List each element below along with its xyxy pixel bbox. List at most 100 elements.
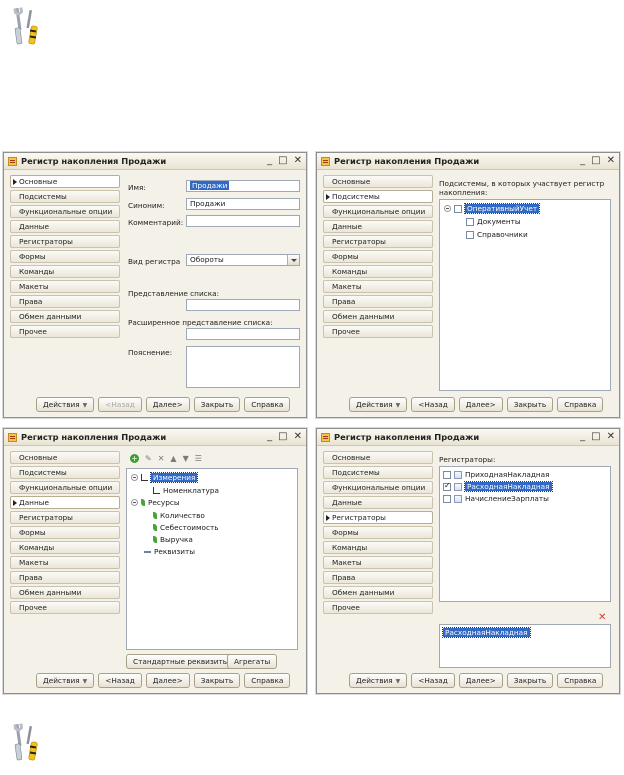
nav-item-rights[interactable]: Права <box>323 571 433 584</box>
maximize-button[interactable]: □ <box>278 155 287 167</box>
next-button[interactable]: Далее> <box>458 672 503 688</box>
move-down-icon[interactable]: ▼ <box>183 454 189 463</box>
registrar-row[interactable]: РасходнаяНакладная <box>443 481 553 492</box>
next-button[interactable]: Далее> <box>145 672 190 688</box>
nav-item-data-exchange[interactable]: Обмен данными <box>323 586 433 599</box>
nav-item-functional-options[interactable]: Функциональные опции <box>10 205 120 218</box>
close-window-button[interactable]: ✕ <box>607 431 615 443</box>
tree-row[interactable]: Себестоимость <box>153 523 219 532</box>
nav-item-commands[interactable]: Команды <box>323 541 433 554</box>
nav-item-data[interactable]: Данные <box>323 220 433 233</box>
nav-item-main[interactable]: Основные <box>323 451 433 464</box>
close-button[interactable]: Закрыть <box>506 672 554 688</box>
close-window-button[interactable]: ✕ <box>294 431 302 443</box>
list-item[interactable]: РасходнаяНакладная <box>442 627 531 638</box>
explanation-field[interactable] <box>186 346 300 388</box>
back-button[interactable]: <Назад <box>411 396 455 412</box>
collapse-icon[interactable] <box>131 499 138 506</box>
actions-button[interactable]: Действия ▼ <box>349 396 408 412</box>
nav-item-data-exchange[interactable]: Обмен данными <box>10 586 120 599</box>
nav-item-data[interactable]: Данные <box>10 220 120 233</box>
back-button[interactable]: <Назад <box>98 672 142 688</box>
tree-row[interactable]: Количество <box>153 511 205 520</box>
synonym-field[interactable]: Продажи <box>186 198 300 210</box>
nav-item-main[interactable]: Основные <box>323 175 433 188</box>
list-presentation-field[interactable] <box>186 299 300 311</box>
name-field[interactable]: Продажи <box>186 180 300 192</box>
nav-item-registrars[interactable]: Регистраторы <box>323 235 433 248</box>
back-button[interactable]: <Назад <box>98 396 142 412</box>
nav-item-registrars[interactable]: Регистраторы <box>10 235 120 248</box>
checkbox[interactable] <box>454 204 462 213</box>
registrar-row[interactable]: НачислениеЗарплаты <box>443 494 549 503</box>
comment-field[interactable] <box>186 215 300 227</box>
standard-attributes-button[interactable]: Стандартные реквизиты <box>126 654 236 669</box>
nav-item-commands[interactable]: Команды <box>10 541 120 554</box>
checkbox[interactable] <box>443 494 451 503</box>
minimize-button[interactable]: _ <box>580 155 585 167</box>
nav-item-forms[interactable]: Формы <box>323 250 433 263</box>
close-window-button[interactable]: ✕ <box>294 155 302 167</box>
nav-item-main[interactable]: Основные <box>10 451 120 464</box>
nav-item-commands[interactable]: Команды <box>10 265 120 278</box>
nav-item-templates[interactable]: Макеты <box>323 280 433 293</box>
nav-item-main[interactable]: Основные <box>10 175 120 188</box>
close-window-button[interactable]: ✕ <box>607 155 615 167</box>
sort-icon[interactable]: ☰ <box>195 454 202 463</box>
back-button[interactable]: <Назад <box>411 672 455 688</box>
nav-item-forms[interactable]: Формы <box>10 526 120 539</box>
checkbox[interactable] <box>443 481 451 491</box>
tree-row[interactable]: Номенклатура <box>153 486 219 495</box>
nav-item-rights[interactable]: Права <box>323 295 433 308</box>
actions-button[interactable]: Действия ▼ <box>36 396 95 412</box>
collapse-icon[interactable] <box>131 474 138 481</box>
nav-item-registrars[interactable]: Регистраторы <box>10 511 120 524</box>
collapse-icon[interactable] <box>444 205 451 212</box>
next-button[interactable]: Далее> <box>458 396 503 412</box>
help-button[interactable]: Справка <box>244 396 291 412</box>
nav-item-data-exchange[interactable]: Обмен данными <box>10 310 120 323</box>
nav-item-rights[interactable]: Права <box>10 295 120 308</box>
chevron-down-icon[interactable] <box>287 255 299 265</box>
nav-item-other[interactable]: Прочее <box>323 601 433 614</box>
close-button[interactable]: Закрыть <box>193 672 241 688</box>
remove-icon[interactable]: ✕ <box>598 612 606 623</box>
minimize-button[interactable]: _ <box>267 155 272 167</box>
nav-item-subsystems[interactable]: Подсистемы <box>10 466 120 479</box>
tree-row[interactable]: Ресурсы <box>131 498 180 507</box>
nav-item-templates[interactable]: Макеты <box>323 556 433 569</box>
next-button[interactable]: Далее> <box>145 396 190 412</box>
nav-item-forms[interactable]: Формы <box>323 526 433 539</box>
nav-item-data[interactable]: Данные <box>10 496 120 509</box>
nav-item-rights[interactable]: Права <box>10 571 120 584</box>
close-button[interactable]: Закрыть <box>506 396 554 412</box>
minimize-button[interactable]: _ <box>580 431 585 443</box>
edit-icon[interactable]: ✎ <box>145 454 152 463</box>
nav-item-templates[interactable]: Макеты <box>10 280 120 293</box>
registrar-row[interactable]: ПриходнаяНакладная <box>443 470 550 479</box>
nav-item-other[interactable]: Прочее <box>10 325 120 338</box>
ext-list-presentation-field[interactable] <box>186 328 300 340</box>
tree-row[interactable]: Выручка <box>153 535 193 544</box>
nav-item-functional-options[interactable]: Функциональные опции <box>323 205 433 218</box>
checkbox[interactable] <box>443 470 451 479</box>
close-button[interactable]: Закрыть <box>193 396 241 412</box>
add-icon[interactable]: + <box>130 454 139 463</box>
nav-item-data-exchange[interactable]: Обмен данными <box>323 310 433 323</box>
tree-row[interactable]: ОперативныйУчет <box>444 203 541 214</box>
tree-row[interactable]: Измерения <box>131 472 199 483</box>
nav-item-registrars[interactable]: Регистраторы <box>323 511 433 524</box>
move-up-icon[interactable]: ▲ <box>170 454 176 463</box>
actions-button[interactable]: Действия ▼ <box>349 672 408 688</box>
maximize-button[interactable]: □ <box>278 431 287 443</box>
nav-item-functional-options[interactable]: Функциональные опции <box>10 481 120 494</box>
delete-icon[interactable]: ✕ <box>158 454 165 463</box>
checkbox[interactable] <box>466 230 474 239</box>
minimize-button[interactable]: _ <box>267 431 272 443</box>
maximize-button[interactable]: □ <box>591 155 600 167</box>
help-button[interactable]: Справка <box>244 672 291 688</box>
nav-item-subsystems[interactable]: Подсистемы <box>323 466 433 479</box>
tree-row[interactable]: Документы <box>466 217 521 226</box>
nav-item-other[interactable]: Прочее <box>323 325 433 338</box>
nav-item-commands[interactable]: Команды <box>323 265 433 278</box>
